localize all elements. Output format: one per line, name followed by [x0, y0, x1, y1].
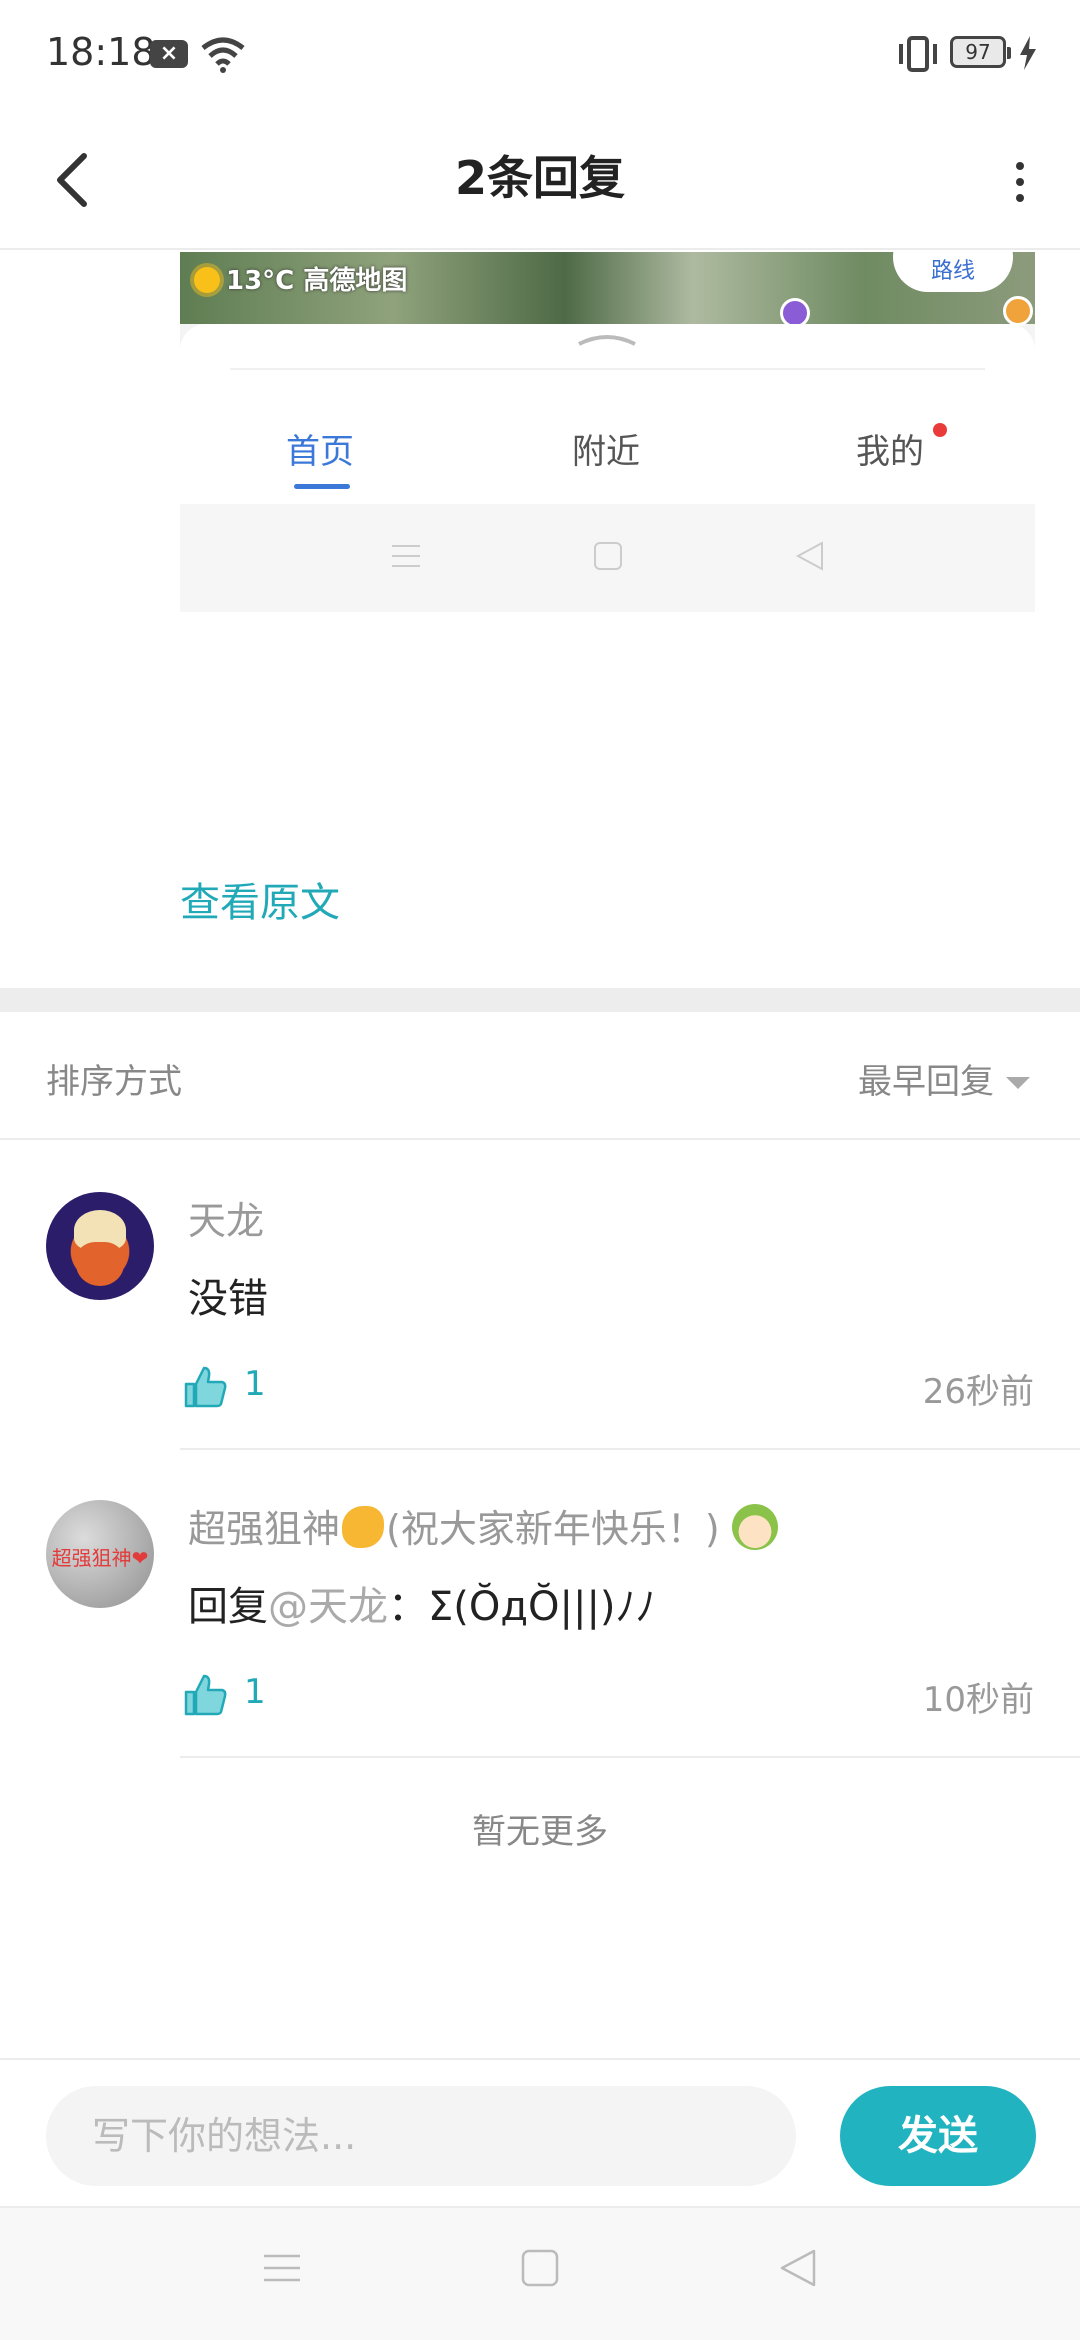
- system-nav-bar: [0, 2208, 1080, 2340]
- more-options-button[interactable]: [990, 140, 1050, 220]
- more-dot-icon: [1016, 178, 1024, 186]
- sort-bar: 排序方式 最早回复: [0, 1012, 1080, 1140]
- embed-tab-mine: 我的: [856, 432, 924, 472]
- poi-marker-icon: [1003, 296, 1033, 326]
- avatar[interactable]: 超强狙神❤: [46, 1500, 154, 1608]
- send-button[interactable]: 发送: [840, 2086, 1036, 2186]
- sort-selected: 最早回复: [858, 1062, 994, 1102]
- like-count: 1: [244, 1364, 266, 1404]
- username-suffix: (祝大家新年快乐！): [386, 1507, 720, 1551]
- comment-input[interactable]: [46, 2086, 796, 2186]
- charging-icon: [1020, 36, 1036, 70]
- comment-item: 超强狙神❤ 超强狙神 (祝大家新年快乐！) 回复@天龙：Σ(ŎдŎ|||)ﾉﾉ 1…: [0, 1450, 1080, 1758]
- no-more-label: 暂无更多: [472, 1812, 608, 1852]
- username-text: 超强狙神: [188, 1507, 341, 1551]
- embed-tab-nearby: 附近: [572, 432, 640, 472]
- back-triangle-icon[interactable]: [778, 2248, 818, 2288]
- reply-word: 回复: [188, 1584, 268, 1630]
- section-divider: [0, 988, 1080, 1012]
- sheet-handle-icon: [578, 335, 636, 346]
- embedded-nav-bar: [180, 504, 1035, 612]
- sort-dropdown[interactable]: 最早回复: [858, 1054, 1030, 1103]
- view-original-link[interactable]: 查看原文: [180, 870, 340, 928]
- battery-level: 97: [965, 40, 991, 64]
- caret-down-icon: [1006, 1077, 1030, 1089]
- tab-underline: [294, 484, 350, 489]
- comment-time: 10秒前: [922, 1680, 1034, 1720]
- thumbs-up-icon[interactable]: [182, 1364, 228, 1410]
- back-triangle-icon: [795, 541, 823, 571]
- avatar-badge-icon: [731, 1504, 778, 1550]
- reply-body: ：Σ(ŎдŎ|||)ﾉﾉ: [388, 1584, 656, 1630]
- comment-time: 26秒前: [922, 1372, 1034, 1412]
- comment-username[interactable]: 超强狙神 (祝大家新年快乐！): [188, 1498, 778, 1553]
- wifi-icon: [201, 37, 245, 73]
- more-dot-icon: [1016, 194, 1024, 202]
- divider: [230, 368, 985, 370]
- flexed-biceps-icon: [342, 1506, 385, 1548]
- comment-text: 回复@天龙：Σ(ŎдŎ|||)ﾉﾉ: [188, 1574, 656, 1632]
- battery-icon: 97: [950, 36, 1011, 68]
- embedded-screenshot[interactable]: 13°C 高德地图 路线 首页 附近 我的: [180, 252, 1035, 612]
- home-icon[interactable]: [520, 2248, 560, 2288]
- avatar-text: 超强狙神❤: [51, 1546, 149, 1570]
- comment-text: 没错: [188, 1276, 268, 1322]
- thumbs-up-icon[interactable]: [182, 1672, 228, 1718]
- map-brand: 高德地图: [303, 266, 408, 296]
- status-bar: 18:18 × 97: [0, 0, 1080, 110]
- mention-link[interactable]: @天龙: [268, 1584, 388, 1630]
- vibrate-icon: [899, 36, 937, 72]
- menu-icon: [392, 545, 420, 567]
- menu-icon[interactable]: [262, 2248, 302, 2288]
- sort-label: 排序方式: [46, 1062, 182, 1102]
- divider: [180, 1756, 1080, 1758]
- title-bar: 2条回复: [0, 110, 1080, 250]
- avatar[interactable]: [46, 1192, 154, 1300]
- page-title: 2条回复: [454, 151, 625, 205]
- comment-username[interactable]: 天龙: [188, 1190, 264, 1245]
- more-dot-icon: [1016, 162, 1024, 170]
- embed-tab-home: 首页: [286, 432, 354, 472]
- comment-composer: 发送: [0, 2058, 1080, 2208]
- route-button: 路线: [893, 252, 1013, 292]
- map-weather: 13°C 高德地图: [194, 260, 407, 297]
- comment-item: 天龙 没错 1 26秒前: [0, 1142, 1080, 1450]
- like-count: 1: [244, 1672, 266, 1712]
- sun-icon: [194, 267, 220, 293]
- notification-icon: ×: [150, 40, 188, 68]
- avatar-face: [76, 1242, 124, 1286]
- map-preview: 13°C 高德地图 路线: [180, 252, 1035, 328]
- home-icon: [594, 542, 622, 570]
- notification-dot: [933, 423, 947, 437]
- weather-temp: 13°C: [226, 266, 295, 296]
- status-time: 18:18: [46, 30, 156, 74]
